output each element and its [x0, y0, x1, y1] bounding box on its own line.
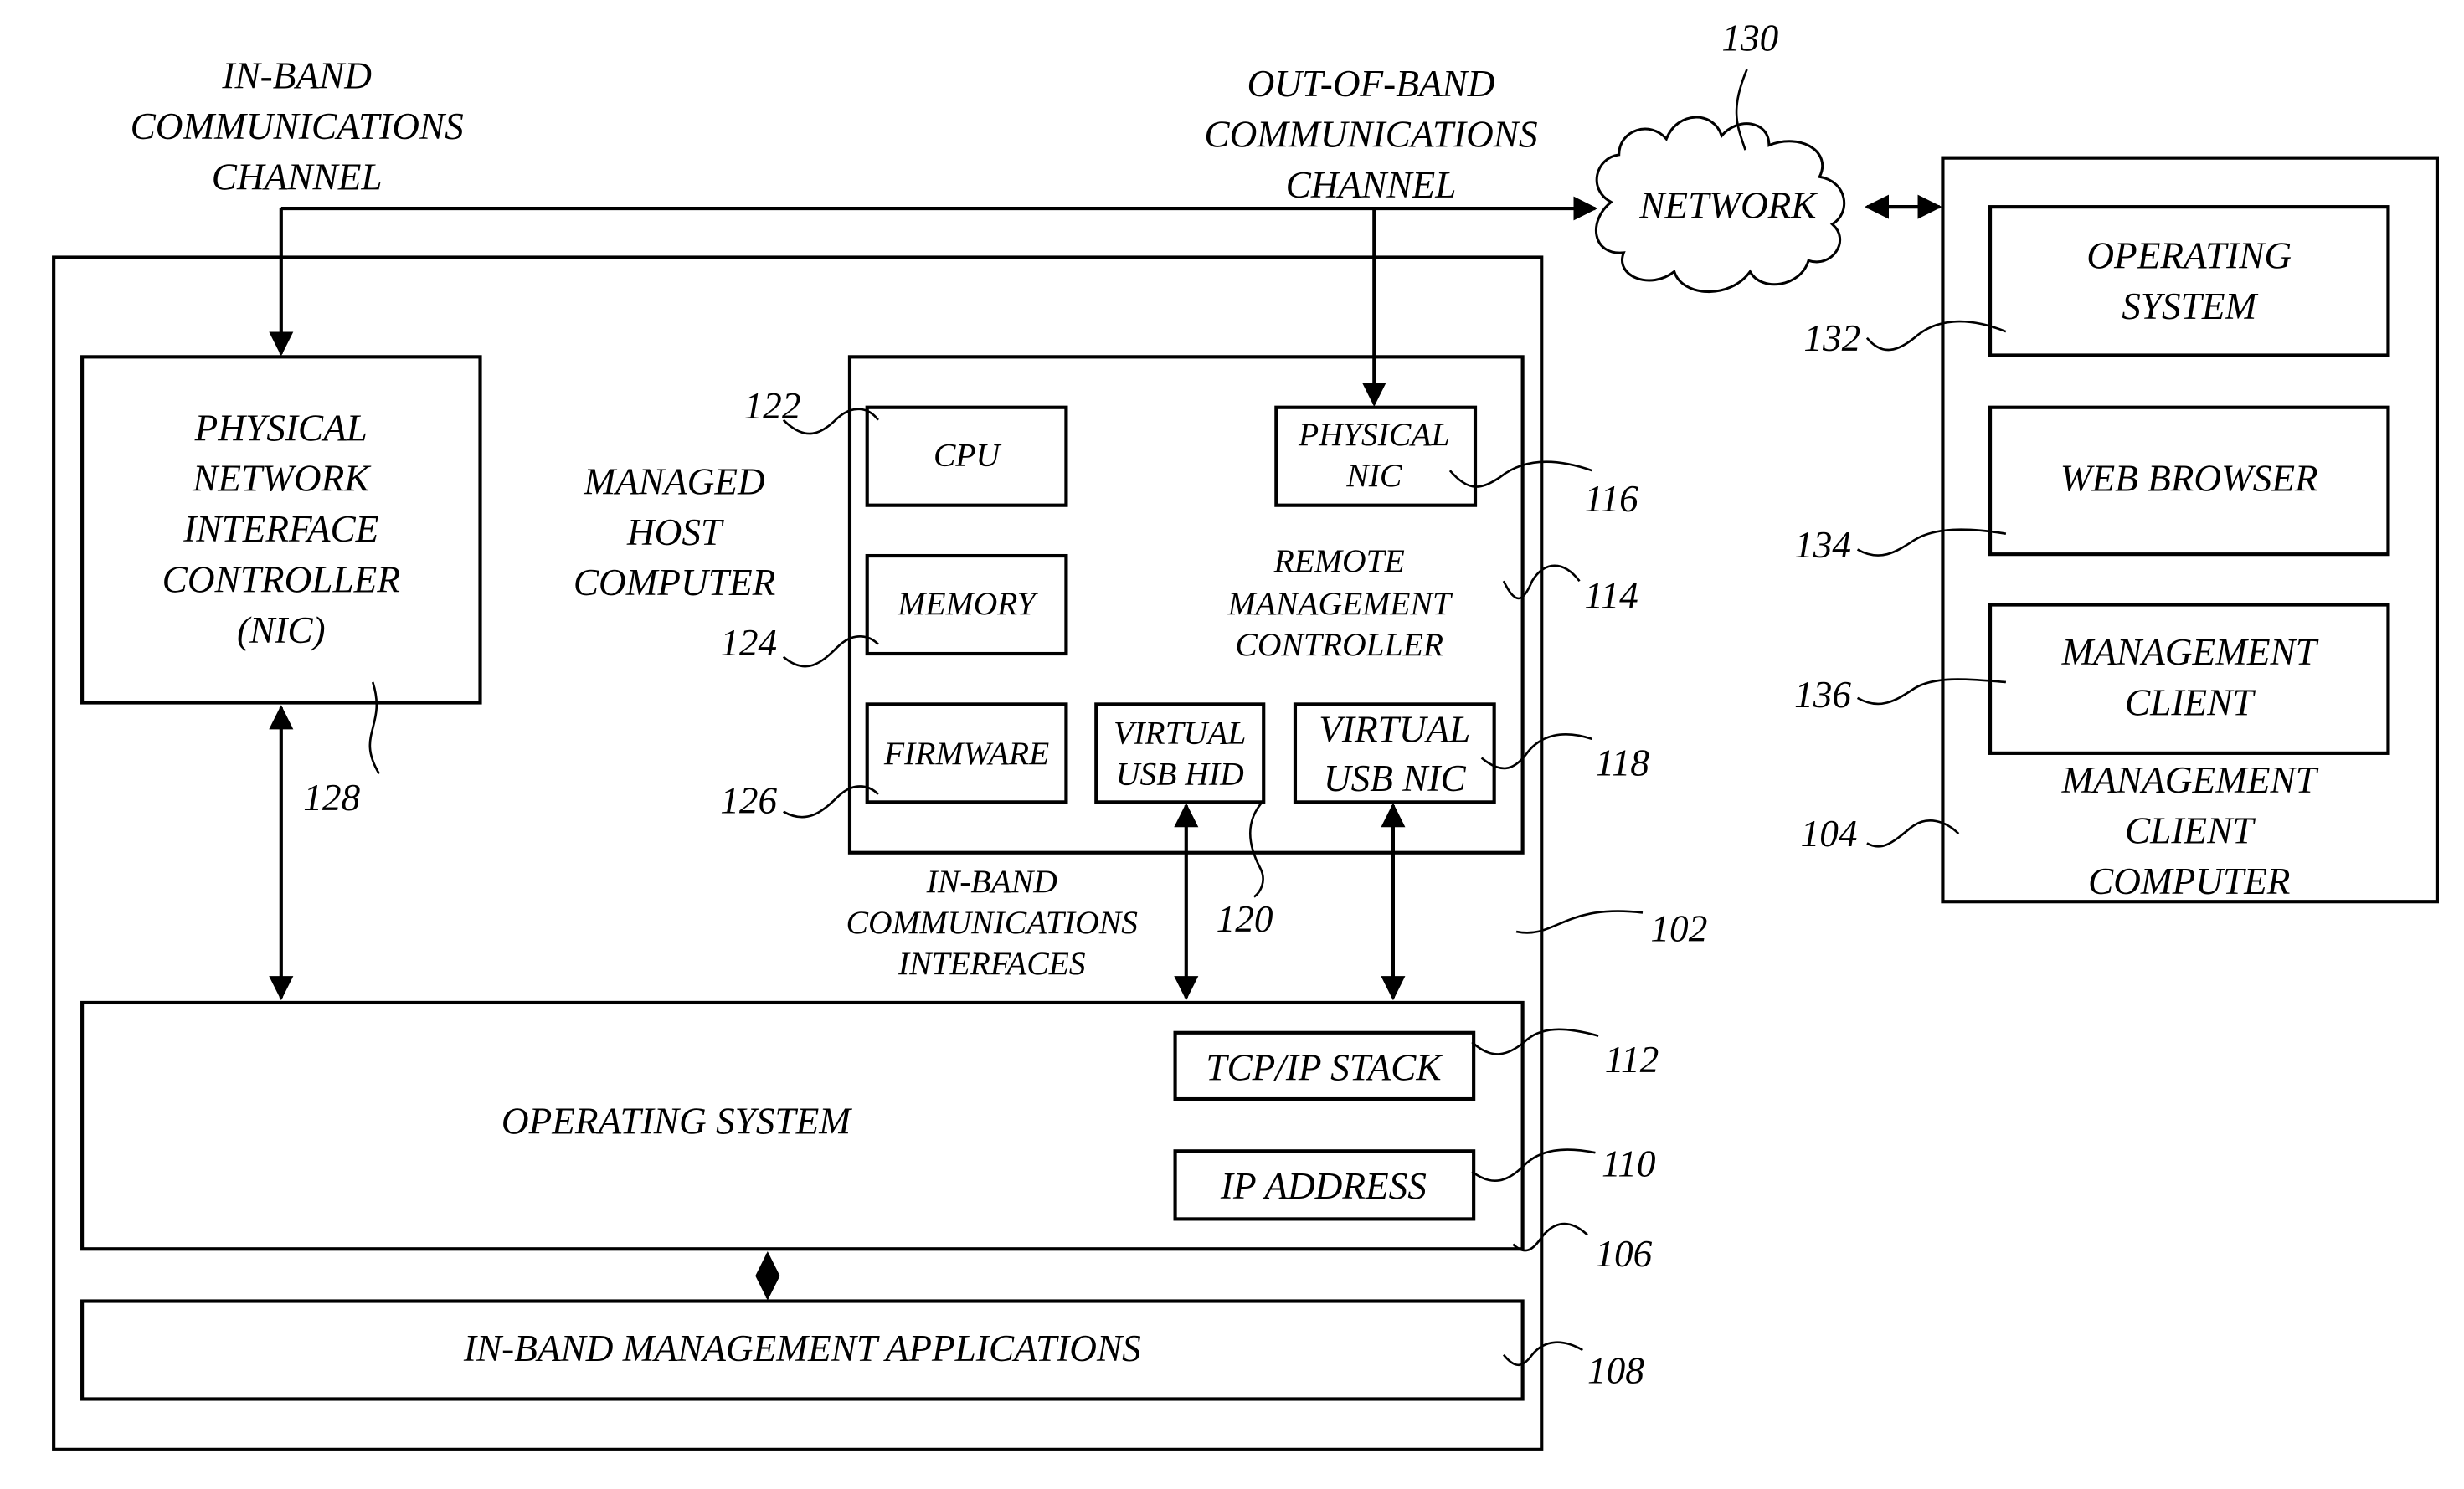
ref-136: 136	[1794, 674, 1851, 716]
ref-124: 124	[720, 622, 777, 664]
label-line: VIRTUAL	[1319, 709, 1470, 751]
oob-label-line: COMMUNICATIONS	[1204, 113, 1537, 155]
label-line: COMPUTER	[574, 562, 775, 603]
oob-label-line: OUT-OF-BAND	[1247, 63, 1495, 105]
label-line: (NIC)	[237, 609, 326, 651]
management-client-box	[1988, 603, 2390, 755]
label-line: PHYSICAL	[194, 407, 368, 449]
in-band-label-line: IN-BAND	[221, 55, 372, 97]
label-line: COMPUTER	[2088, 860, 2290, 902]
ref-120: 120	[1217, 898, 1273, 940]
label-line: CONTROLLER	[1235, 626, 1443, 663]
firmware-label: FIRMWARE	[883, 735, 1049, 772]
memory-label: MEMORY	[897, 585, 1038, 622]
system-diagram: IN-BAND COMMUNICATIONS CHANNEL OUT-OF-BA…	[52, 17, 2439, 1451]
ref-104: 104	[1801, 813, 1858, 855]
network-cloud: NETWORK 130	[1595, 17, 1846, 294]
label-line: NETWORK	[192, 458, 372, 500]
tcp-ip-stack-label: TCP/IP STACK	[1206, 1046, 1443, 1088]
label-line: HOST	[626, 511, 724, 553]
in-band-label-line: CHANNEL	[212, 156, 383, 198]
leader-126	[783, 785, 879, 819]
in-band-label-line: COMMUNICATIONS	[131, 105, 464, 147]
management-client-computer-label: MANAGEMENT CLIENT COMPUTER	[2061, 759, 2319, 902]
leader-112	[1471, 1028, 1599, 1055]
network-label: NETWORK	[1638, 184, 1818, 226]
label-line: SYSTEM	[2122, 285, 2258, 327]
ref-106: 106	[1595, 1233, 1652, 1275]
rmc-label: REMOTE MANAGEMENT CONTROLLER	[1227, 542, 1453, 663]
label-line: IN-BAND	[926, 863, 1057, 900]
leader-136	[1856, 678, 2007, 706]
ref-130: 130	[1721, 17, 1778, 59]
label-line: INTERFACES	[898, 945, 1086, 982]
ref-122: 122	[744, 385, 801, 427]
label-line: INTERFACE	[183, 508, 378, 550]
ref-102: 102	[1650, 907, 1707, 949]
leader-110	[1471, 1148, 1596, 1182]
leader-134	[1856, 528, 2007, 557]
leader-132	[1865, 320, 2007, 352]
label-line: NIC	[1345, 457, 1402, 494]
ref-134: 134	[1794, 524, 1851, 566]
client-operating-system-box	[1988, 205, 2390, 357]
label-line: VIRTUAL	[1114, 715, 1246, 752]
label-line: REMOTE	[1273, 542, 1405, 579]
ref-112: 112	[1605, 1039, 1659, 1081]
leader-118	[1480, 733, 1593, 770]
label-line: CLIENT	[2125, 682, 2256, 724]
ref-132: 132	[1803, 317, 1860, 359]
leader-130	[1735, 69, 1748, 151]
cpu-label: CPU	[934, 437, 1002, 474]
label-line: COMMUNICATIONS	[846, 904, 1139, 941]
ref-110: 110	[1602, 1142, 1656, 1184]
ref-126: 126	[720, 780, 777, 822]
leader-120	[1248, 799, 1265, 898]
label-line: MANAGEMENT	[2061, 759, 2319, 801]
ref-128: 128	[303, 777, 360, 819]
leader-102	[1515, 910, 1644, 934]
label-line: MANAGEMENT	[1227, 585, 1453, 622]
label-line: CLIENT	[2125, 809, 2256, 851]
label-line: USB HID	[1116, 756, 1244, 793]
out-of-band-channel-label: OUT-OF-BAND COMMUNICATIONS CHANNEL	[1204, 63, 1537, 206]
in-band-interfaces-label: IN-BAND COMMUNICATIONS INTERFACES	[846, 863, 1139, 982]
ip-address-label: IP ADDRESS	[1220, 1165, 1427, 1207]
ref-116: 116	[1584, 478, 1638, 520]
ref-118: 118	[1595, 742, 1649, 783]
label-line: MANAGEMENT	[2061, 631, 2319, 673]
leader-124	[782, 634, 879, 668]
label-line: CONTROLLER	[162, 558, 400, 600]
label-line: USB NIC	[1324, 757, 1467, 799]
label-line: OPERATING	[2086, 235, 2292, 277]
leader-104	[1866, 819, 1960, 848]
managed-host-label: MANAGED HOST COMPUTER	[574, 460, 775, 603]
leader-128	[368, 681, 380, 775]
ref-114: 114	[1584, 574, 1638, 616]
operating-system-label: OPERATING SYSTEM	[502, 1101, 852, 1142]
label-line: MANAGED	[583, 460, 764, 502]
web-browser-label: WEB BROWSER	[2060, 458, 2318, 500]
label-line: PHYSICAL	[1298, 416, 1449, 453]
ref-108: 108	[1587, 1350, 1644, 1392]
in-band-channel-label: IN-BAND COMMUNICATIONS CHANNEL	[131, 55, 464, 198]
in-band-apps-label: IN-BAND MANAGEMENT APPLICATIONS	[463, 1327, 1141, 1369]
physical-nic-controller-label: PHYSICAL NETWORK INTERFACE CONTROLLER (N…	[162, 407, 400, 650]
oob-label-line: CHANNEL	[1286, 164, 1457, 206]
